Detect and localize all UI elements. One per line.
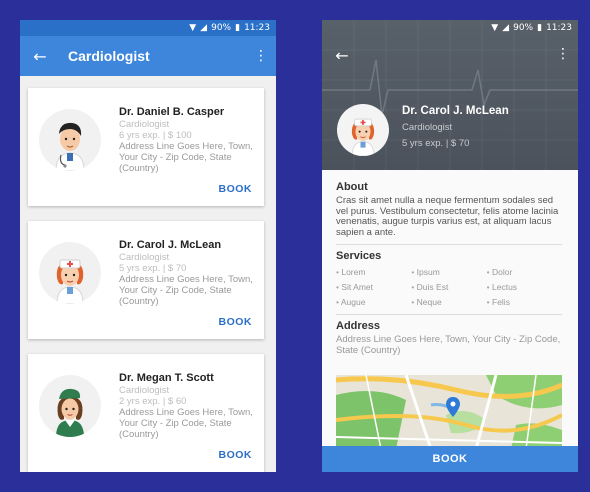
services-title: Services — [336, 250, 382, 262]
wifi-icon: ▼ — [491, 23, 499, 33]
service-item: Duis Est — [411, 282, 486, 293]
doctor-card[interactable]: Dr. Carol J. McLean Cardiologist 5 yrs e… — [28, 221, 264, 339]
address-title: Address — [336, 320, 381, 332]
doctor-name: Dr. Megan T. Scott — [119, 372, 214, 384]
services-section: Services Lorem Ipsum Dolor Sit Amet Duis… — [336, 250, 562, 308]
female-doctor-avatar-icon — [56, 388, 84, 437]
battery-level: 90% — [513, 23, 534, 33]
doctor-card[interactable]: Dr. Megan T. Scott Cardiologist 2 yrs ex… — [28, 354, 264, 472]
doctor-experience-fee: 2 yrs exp. | $ 60 — [119, 396, 187, 407]
service-item: Lorem — [336, 267, 411, 278]
battery-icon: ▮ — [537, 23, 543, 33]
divider — [336, 244, 562, 245]
book-button[interactable]: BOOK — [219, 183, 253, 195]
status-bar: ▼ ◢ 90% ▮ 11:23 — [322, 20, 578, 36]
address-section: Address Address Line Goes Here, Town, Yo… — [336, 320, 562, 356]
doctor-avatar — [39, 109, 101, 171]
battery-level: 90% — [211, 23, 232, 33]
about-section: About Cras sit amet nulla a neque fermen… — [336, 181, 562, 238]
doctor-specialty: Cardiologist — [119, 385, 170, 396]
status-time: 11:23 — [244, 23, 270, 33]
doctor-specialty: Cardiologist — [402, 122, 453, 133]
doctor-specialty: Cardiologist — [119, 119, 170, 130]
service-item: Dolor — [487, 267, 562, 278]
services-list: Lorem Ipsum Dolor Sit Amet Duis Est Lect… — [336, 267, 562, 308]
status-bar: ▼ ◢ 90% ▮ 11:23 — [20, 20, 276, 36]
doctor-info: Dr. Megan T. Scott Cardiologist 2 yrs ex… — [119, 371, 259, 440]
doctor-list-screen: ▼ ◢ 90% ▮ 11:23 ← Cardiologist ⋮ Dr. Dan — [20, 20, 276, 472]
service-item: Ipsum — [411, 267, 486, 278]
doctor-experience-fee: 6 yrs exp. | $ 100 — [119, 130, 192, 141]
doctor-specialty: Cardiologist — [119, 252, 170, 263]
doctor-avatar — [39, 375, 101, 437]
service-item: Felis — [487, 297, 562, 308]
battery-icon: ▮ — [235, 23, 241, 33]
arrow-back-icon[interactable]: ← — [322, 46, 362, 65]
status-time: 11:23 — [546, 23, 572, 33]
arrow-back-icon[interactable]: ← — [20, 47, 60, 66]
doctor-experience-fee: 5 yrs exp. | $ 70 — [402, 138, 470, 149]
doctor-name: Dr. Carol J. McLean — [119, 239, 222, 251]
female-doctor-avatar-icon — [351, 118, 375, 156]
male-doctor-avatar-icon — [55, 122, 85, 171]
doctor-address: Address Line Goes Here, Town, Your City … — [119, 274, 253, 307]
doctor-avatar — [39, 242, 101, 304]
signal-icon: ◢ — [200, 23, 208, 33]
service-item: Neque — [411, 297, 486, 308]
book-button[interactable]: BOOK — [322, 446, 578, 472]
app-bar: ← Cardiologist ⋮ — [20, 36, 276, 76]
signal-icon: ◢ — [502, 23, 510, 33]
doctor-detail-screen: ← ⋮ Dr. Carol J. McLean Cardiologist 5 y… — [322, 20, 578, 472]
doctor-info: Dr. Carol J. McLean Cardiologist 5 yrs e… — [119, 238, 259, 307]
service-item: Lectus — [487, 282, 562, 293]
doctor-name: Dr. Carol J. McLean — [402, 105, 509, 117]
profile-header: ← ⋮ Dr. Carol J. McLean Cardiologist 5 y… — [322, 20, 578, 170]
about-text: Cras sit amet nulla a neque fermentum so… — [336, 195, 559, 238]
doctor-name: Dr. Daniel B. Casper — [119, 106, 225, 118]
book-button[interactable]: BOOK — [219, 449, 253, 461]
doctor-experience-fee: 5 yrs exp. | $ 70 — [119, 263, 187, 274]
service-item: Augue — [336, 297, 411, 308]
doctor-card[interactable]: Dr. Daniel B. Casper Cardiologist 6 yrs … — [28, 88, 264, 206]
divider — [336, 314, 562, 315]
doctor-info: Dr. Daniel B. Casper Cardiologist 6 yrs … — [119, 105, 259, 174]
female-doctor-avatar-icon — [56, 259, 84, 304]
doctor-avatar — [337, 104, 389, 156]
address-text: Address Line Goes Here, Town, Your City … — [336, 334, 561, 356]
more-vert-icon[interactable]: ⋮ — [556, 46, 570, 62]
wifi-icon: ▼ — [189, 23, 197, 33]
about-title: About — [336, 181, 368, 193]
more-vert-icon[interactable]: ⋮ — [254, 48, 268, 64]
doctor-address: Address Line Goes Here, Town, Your City … — [119, 141, 253, 174]
map-pin-icon — [446, 397, 460, 417]
book-button[interactable]: BOOK — [219, 316, 253, 328]
service-item: Sit Amet — [336, 282, 411, 293]
location-map[interactable] — [336, 375, 562, 449]
page-title: Cardiologist — [68, 48, 150, 64]
doctor-address: Address Line Goes Here, Town, Your City … — [119, 407, 253, 440]
